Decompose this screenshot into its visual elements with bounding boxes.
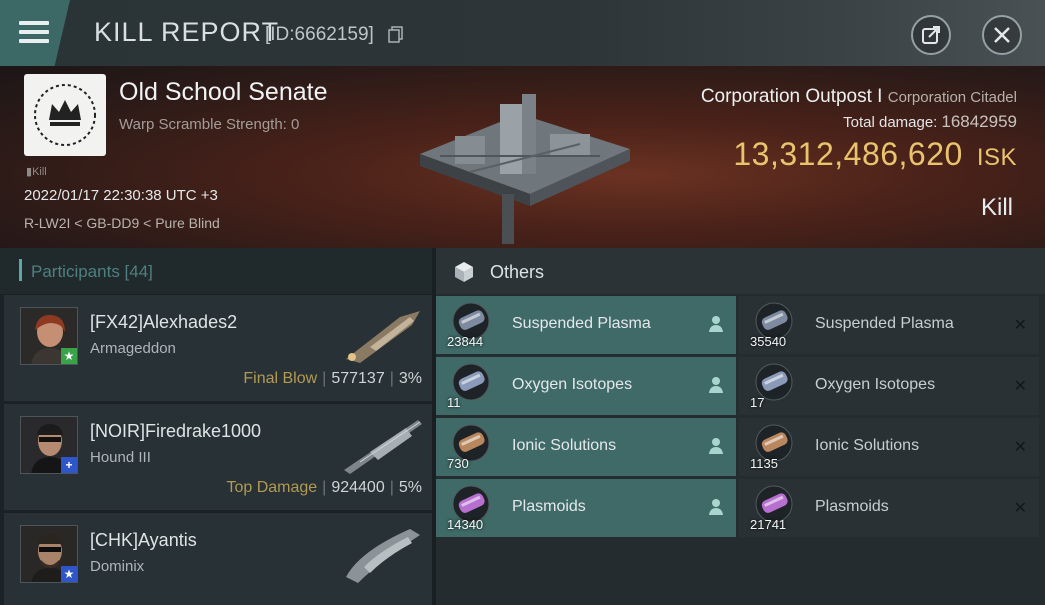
standing-badge: ★ [61, 566, 77, 582]
crown-wreath-icon [34, 84, 96, 146]
damage-percent: 5% [398, 479, 422, 496]
participant-row[interactable]: ★ [FX42]Alexhades2 Armageddon Final Blow… [4, 294, 432, 401]
ship-image[interactable] [340, 521, 428, 585]
ship-image[interactable] [340, 303, 428, 367]
external-link-icon [922, 26, 940, 44]
corporation-logo[interactable] [24, 74, 106, 156]
item-name: Ionic Solutions [512, 437, 617, 454]
item-quantity: 35540 [750, 334, 787, 349]
participant-stats: Top Damage | 924400 | 5% [226, 479, 422, 496]
participants-header[interactable]: Participants [44] [0, 248, 432, 294]
item-quantity: 17 [750, 395, 765, 410]
structure-image[interactable] [410, 84, 640, 244]
item-name: Ionic Solutions [815, 437, 920, 454]
destroyed-item[interactable]: 35540 Suspended Plasma ✕ [739, 296, 1039, 354]
item-name: Plasmoids [815, 498, 889, 515]
participant-row[interactable]: ★ [CHK]Ayantis Dominix [4, 512, 432, 605]
copy-icon[interactable] [388, 26, 403, 43]
page-title: KILL REPORT [94, 17, 280, 47]
participant-ship: Armageddon [90, 340, 176, 357]
others-header: Others [436, 248, 1045, 294]
others-panel: Others 23844 Suspended Plasma 11 Oxygen Iso… [436, 248, 1045, 605]
ship-image[interactable] [340, 412, 428, 476]
kill-tag: ▮Kill [26, 166, 47, 178]
damage-value: 577137 [331, 370, 385, 387]
title-bar: KILL REPORT [ID:6662159] [0, 0, 1045, 66]
person-icon [709, 499, 723, 515]
total-damage: Total damage: 16842959 [843, 112, 1017, 131]
dropped-item[interactable]: 23844 Suspended Plasma [436, 296, 736, 354]
ship-type: Corporation Outpost I Corporation Citade… [700, 86, 1017, 107]
participants-panel: Participants [44] ★ [FX42]Alexhades2 Arm… [0, 248, 432, 605]
share-button[interactable] [911, 15, 951, 55]
item-quantity: 730 [447, 456, 469, 471]
item-quantity: 21741 [750, 517, 787, 532]
item-name: Suspended Plasma [512, 315, 651, 332]
avatar[interactable]: + [20, 416, 78, 474]
item-name: Suspended Plasma [815, 315, 954, 332]
participant-stats: Final Blow | 577137 | 3% [243, 370, 422, 387]
final-blow-tag: Final Blow [243, 370, 318, 387]
destroyed-item[interactable]: 17 Oxygen Isotopes ✕ [739, 357, 1039, 415]
destroyed-item[interactable]: 1135 Ionic Solutions ✕ [739, 418, 1039, 476]
victim-banner: Old School Senate Warp Scramble Strength… [0, 66, 1045, 248]
hamburger-icon [19, 21, 49, 48]
header-accent [19, 259, 22, 281]
participant-name[interactable]: [NOIR]Firedrake1000 [90, 421, 261, 442]
report-id: [ID:6662159] [265, 24, 374, 45]
avatar[interactable]: ★ [20, 307, 78, 365]
damage-value: 924400 [331, 479, 385, 496]
person-icon [709, 377, 723, 393]
item-name: Oxygen Isotopes [815, 376, 936, 393]
menu-button[interactable] [0, 0, 70, 66]
participant-name[interactable]: [FX42]Alexhades2 [90, 312, 237, 333]
kill-time: 2022/01/17 22:30:38 UTC +3 [24, 187, 218, 204]
item-name: Plasmoids [512, 498, 586, 515]
isk-value: 13,312,486,620 ISK [733, 136, 1017, 172]
victim-name[interactable]: Old School Senate [119, 78, 327, 107]
item-quantity: 23844 [447, 334, 484, 349]
warp-scramble-strength: Warp Scramble Strength: 0 [119, 116, 300, 133]
kill-location[interactable]: R-LW2I < GB-DD9 < Pure Blind [24, 215, 220, 231]
person-icon [709, 316, 723, 332]
close-button[interactable] [982, 15, 1022, 55]
person-icon [709, 438, 723, 454]
dropped-item[interactable]: 730 Ionic Solutions [436, 418, 736, 476]
item-quantity: 1135 [750, 456, 778, 471]
participant-name[interactable]: [CHK]Ayantis [90, 530, 197, 551]
dropped-item[interactable]: 11 Oxygen Isotopes [436, 357, 736, 415]
participant-ship: Hound III [90, 449, 151, 466]
damage-percent: 3% [398, 370, 422, 387]
standing-badge: + [61, 457, 77, 473]
destroyed-item[interactable]: 21741 Plasmoids ✕ [739, 479, 1039, 537]
item-name: Oxygen Isotopes [512, 376, 633, 393]
destroyed-x-icon: ✕ [1013, 500, 1027, 517]
item-quantity: 14340 [447, 517, 484, 532]
participants-title: Participants [44] [31, 262, 153, 281]
item-quantity: 11 [447, 395, 461, 410]
destroyed-x-icon: ✕ [1013, 439, 1027, 456]
participant-row[interactable]: + [NOIR]Firedrake1000 Hound III Top Dama… [4, 403, 432, 510]
others-title: Others [490, 262, 545, 282]
result-label: Kill [980, 194, 1013, 221]
top-damage-tag: Top Damage [226, 479, 318, 496]
destroyed-x-icon: ✕ [1013, 378, 1027, 395]
cube-icon [455, 262, 473, 282]
dropped-item[interactable]: 14340 Plasmoids [436, 479, 736, 537]
standing-badge: ★ [61, 348, 77, 364]
avatar[interactable]: ★ [20, 525, 78, 583]
destroyed-x-icon: ✕ [1013, 317, 1027, 334]
close-icon [994, 27, 1010, 43]
participant-ship: Dominix [90, 558, 145, 575]
